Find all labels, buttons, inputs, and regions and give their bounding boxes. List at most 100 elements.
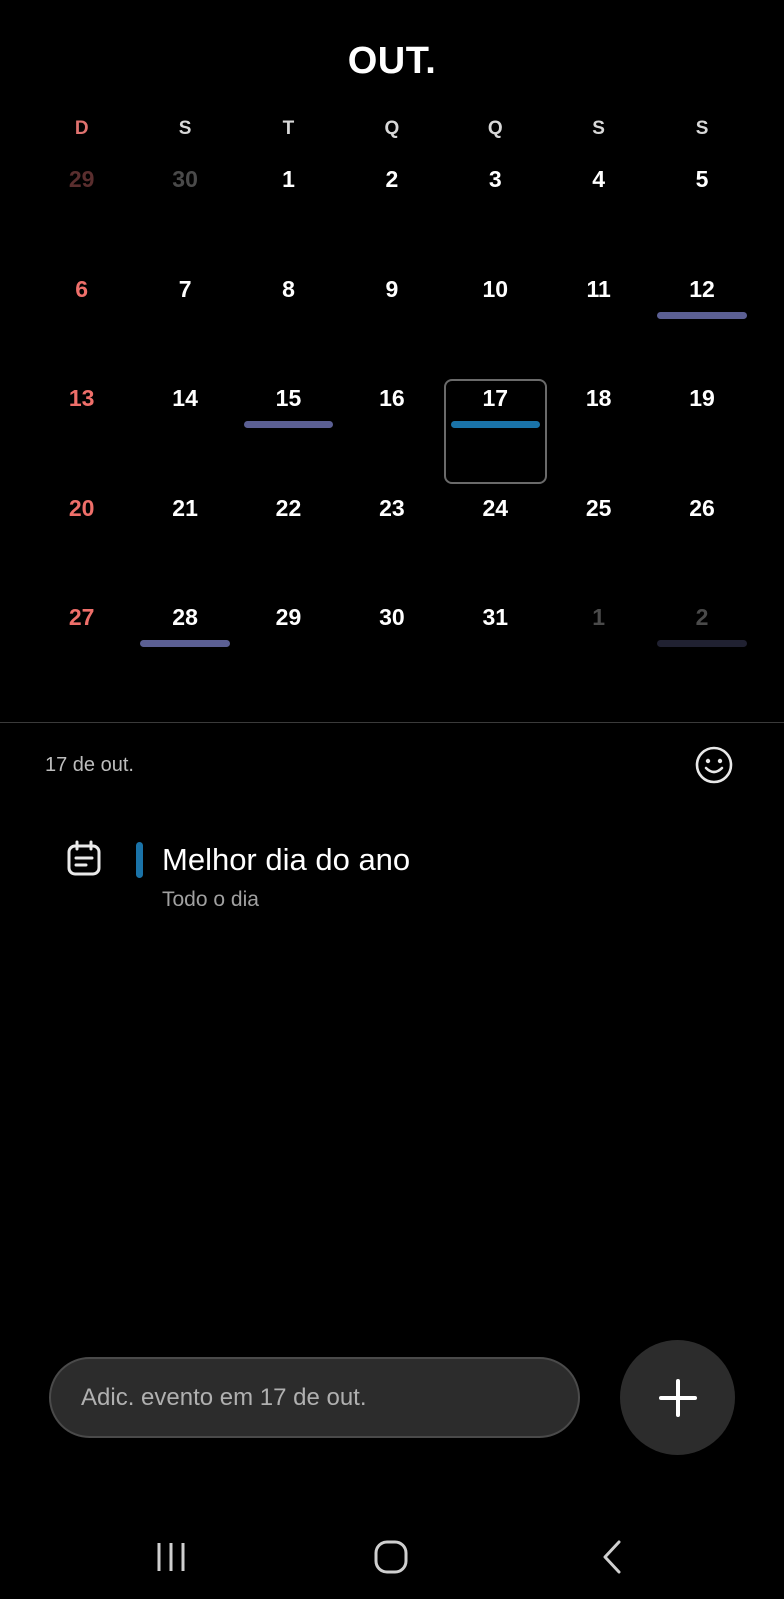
week-row: 29 30 1 2 3 4 5 <box>30 160 754 270</box>
day-cell[interactable]: 23 <box>340 489 443 599</box>
divider <box>0 722 784 723</box>
day-number: 1 <box>592 604 606 630</box>
day-cell[interactable]: 20 <box>30 489 133 599</box>
day-number: 6 <box>75 275 89 302</box>
day-cell[interactable]: 2 <box>650 598 753 708</box>
day-cell[interactable]: 30 <box>133 160 236 270</box>
weekday-header: D S T Q Q S S <box>30 118 754 148</box>
day-cell[interactable]: 29 <box>30 160 133 270</box>
day-cell[interactable]: 5 <box>650 160 753 270</box>
event-time: Todo o dia <box>162 888 259 911</box>
back-icon[interactable] <box>582 1532 642 1582</box>
day-number: 19 <box>689 385 715 411</box>
day-number: 14 <box>172 385 198 411</box>
weekday-label: D <box>74 118 89 139</box>
day-number: 21 <box>172 494 198 521</box>
day-cell[interactable]: 7 <box>133 270 236 380</box>
week-row: 6 7 8 9 10 11 12 <box>30 270 754 380</box>
week-row: 27 28 29 30 31 1 2 <box>30 598 754 708</box>
day-cell[interactable]: 18 <box>547 379 650 489</box>
day-number: 24 <box>482 494 509 521</box>
day-number: 2 <box>385 166 399 192</box>
event-title: Melhor dia do ano <box>162 842 411 877</box>
day-cell[interactable]: 13 <box>30 379 133 489</box>
day-number: 7 <box>178 275 192 302</box>
day-cell[interactable]: 22 <box>237 489 340 599</box>
day-cell[interactable]: 27 <box>30 598 133 708</box>
day-cell[interactable]: 24 <box>444 489 547 599</box>
day-cell[interactable]: 26 <box>650 489 753 599</box>
day-cell[interactable]: 4 <box>547 160 650 270</box>
day-number: 29 <box>275 604 302 630</box>
weekday-label: Q <box>384 118 400 139</box>
day-number: 4 <box>592 166 606 192</box>
day-number: 8 <box>282 275 295 302</box>
weekday-label: S <box>592 118 605 139</box>
day-cell[interactable]: 3 <box>444 160 547 270</box>
quick-add-input[interactable]: Adic. evento em 17 de out. <box>49 1357 580 1438</box>
day-number: 25 <box>585 494 612 521</box>
day-number: 23 <box>379 494 405 521</box>
month-grid: 29 30 1 2 3 4 5 6 7 8 9 10 11 12 13 14 15 16 17 18 19 20 21 22 2… <box>30 160 754 708</box>
week-row: 13 14 15 16 17 18 19 <box>30 379 754 489</box>
day-cell[interactable]: 1 <box>237 160 340 270</box>
weekday-label: T <box>282 118 295 139</box>
event-item[interactable]: Melhor dia do ano Todo o dia <box>0 836 784 926</box>
day-number: 3 <box>488 166 502 192</box>
day-cell[interactable]: 11 <box>547 270 650 380</box>
recent-apps-icon[interactable] <box>141 1532 201 1582</box>
day-cell[interactable]: 30 <box>340 598 443 708</box>
day-cell[interactable]: 19 <box>650 379 753 489</box>
event-indicator-bar <box>450 421 540 428</box>
day-number: 10 <box>482 275 509 302</box>
day-number: 17 <box>482 385 509 411</box>
day-number: 16 <box>379 385 405 411</box>
day-cell[interactable]: 1 <box>547 598 650 708</box>
calendar-note-icon <box>66 840 102 878</box>
day-cell[interactable]: 14 <box>133 379 236 489</box>
day-number: 29 <box>68 166 95 192</box>
weekday-label: Q <box>487 118 503 139</box>
day-cell[interactable]: 21 <box>133 489 236 599</box>
day-cell[interactable]: 10 <box>444 270 547 380</box>
navigation-bar <box>0 1520 784 1590</box>
day-number: 30 <box>379 604 405 630</box>
day-cell[interactable]: 12 <box>650 270 753 380</box>
day-number: 12 <box>689 275 715 302</box>
weekday-label: S <box>178 118 192 139</box>
day-number: 9 <box>385 275 399 302</box>
day-cell[interactable]: 29 <box>237 598 340 708</box>
event-indicator-bar <box>140 640 230 647</box>
day-cell[interactable]: 6 <box>30 270 133 380</box>
day-cell[interactable]: 25 <box>547 489 650 599</box>
day-cell[interactable]: 9 <box>340 270 443 380</box>
day-number: 5 <box>695 166 709 192</box>
day-cell[interactable]: 2 <box>340 160 443 270</box>
day-number: 26 <box>689 494 715 521</box>
event-indicator-bar <box>657 311 747 319</box>
week-row: 20 21 22 23 24 25 26 <box>30 489 754 599</box>
day-number: 18 <box>585 385 612 411</box>
plus-icon <box>658 1378 697 1417</box>
month-title[interactable]: OUT. <box>0 40 784 83</box>
day-number: 15 <box>275 385 302 411</box>
day-number: 1 <box>282 166 295 192</box>
day-cell[interactable]: 16 <box>340 379 443 489</box>
day-cell[interactable]: 31 <box>444 598 547 708</box>
day-cell-selected[interactable]: 17 <box>443 379 547 489</box>
day-number: 27 <box>68 604 95 630</box>
add-event-button[interactable] <box>620 1340 735 1455</box>
day-cell[interactable]: 15 <box>237 379 340 489</box>
smiley-icon[interactable] <box>694 745 734 785</box>
day-number: 28 <box>172 604 198 630</box>
day-number: 2 <box>695 604 709 630</box>
day-number: 30 <box>172 166 198 192</box>
event-indicator-bar <box>243 421 334 428</box>
day-number: 13 <box>68 385 95 411</box>
weekday-label: S <box>695 118 709 139</box>
day-cell[interactable]: 8 <box>237 270 340 380</box>
day-number: 20 <box>68 494 95 521</box>
day-cell[interactable]: 28 <box>133 598 236 708</box>
home-icon[interactable] <box>361 1532 421 1582</box>
event-color-bar <box>136 842 143 878</box>
